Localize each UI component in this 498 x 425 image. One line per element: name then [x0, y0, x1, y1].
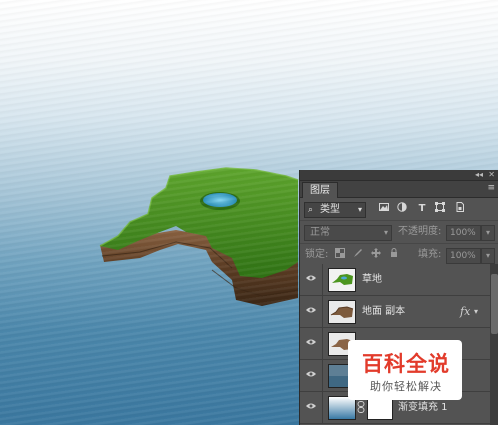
layer-thumbnail-ground [328, 300, 356, 324]
type-filter-icon[interactable]: T [416, 202, 428, 216]
lock-all-icon[interactable] [388, 248, 400, 262]
tab-layers[interactable]: 图层 [302, 182, 338, 198]
smart-object-filter-icon[interactable] [454, 202, 466, 216]
visibility-eye-icon[interactable] [300, 296, 323, 327]
visibility-eye-icon[interactable] [300, 392, 323, 423]
visibility-eye-icon[interactable] [300, 360, 323, 391]
opacity-label: 不透明度: [398, 226, 442, 237]
layer-thumbnail-grass [328, 268, 356, 292]
lock-transparent-pixels-icon[interactable] [334, 248, 346, 262]
watermark-title: 百科全说 [362, 352, 450, 376]
link-chain-icon[interactable] [357, 401, 365, 413]
layer-name: 草地 [362, 274, 382, 285]
visibility-eye-icon[interactable] [300, 264, 323, 295]
filter-type-select[interactable]: ⌕ 类型 ▾ [304, 202, 366, 218]
fill-dropdown-icon[interactable]: ▾ [481, 248, 495, 264]
lock-label: 锁定: [305, 249, 329, 260]
chevron-down-icon: ▾ [383, 228, 388, 237]
adjustment-filter-icon[interactable] [396, 202, 408, 216]
filter-type-label: 类型 [320, 204, 340, 215]
expand-effects-icon[interactable]: ▾ [474, 296, 478, 327]
scrollbar-thumb[interactable] [491, 274, 498, 334]
layer-row-grass[interactable]: 草地 [300, 264, 490, 296]
layer-filter-row: ⌕ 类型 ▾ T [300, 198, 498, 221]
chevron-down-icon: ▾ [357, 205, 362, 214]
opacity-dropdown-icon[interactable]: ▾ [481, 225, 495, 241]
layer-effects-icon[interactable]: fx [460, 296, 470, 327]
layer-name: 地面 副本 [362, 306, 406, 317]
panel-menu-icon[interactable]: ≡ [487, 183, 495, 193]
visibility-eye-icon[interactable] [300, 328, 323, 359]
watermark-subtitle: 助你轻松解决 [370, 380, 442, 393]
lock-position-icon[interactable] [370, 248, 382, 262]
lock-image-pixels-icon[interactable] [352, 248, 364, 262]
shape-filter-icon[interactable] [434, 202, 446, 216]
blend-mode-label: 正常 [310, 227, 330, 238]
blend-mode-select[interactable]: 正常 ▾ [304, 225, 392, 241]
layers-scrollbar[interactable] [490, 264, 498, 425]
fill-input[interactable]: 100% [446, 248, 481, 264]
layer-row-ground-copy[interactable]: 地面 副本 fx ▾ [300, 296, 490, 328]
blend-mode-row: 正常 ▾ 不透明度: 100% ▾ [300, 221, 498, 244]
panel-tab-row: 图层 ≡ [300, 181, 498, 198]
close-panel-icon[interactable]: ✕ [488, 170, 495, 180]
opacity-input[interactable]: 100% [446, 225, 481, 241]
search-icon: ⌕ [308, 205, 314, 215]
panel-title-bar[interactable]: ◂◂ ✕ [300, 170, 498, 181]
collapse-panel-icon[interactable]: ◂◂ [475, 170, 483, 180]
image-filter-icon[interactable] [378, 202, 390, 216]
fill-label: 填充: [418, 249, 442, 260]
watermark: 百科全说 助你轻松解决 [348, 340, 462, 400]
